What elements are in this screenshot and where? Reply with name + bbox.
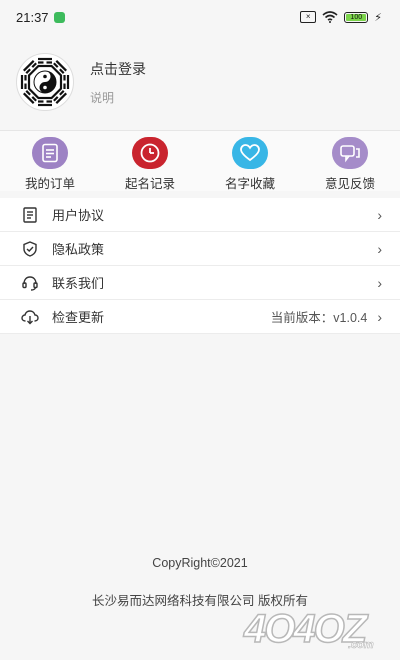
notification-app-icon bbox=[53, 11, 65, 23]
menu-item-contact-us[interactable]: 联系我们 › bbox=[0, 266, 400, 300]
document-list-icon bbox=[20, 205, 40, 225]
menu-label: 联系我们 bbox=[52, 276, 105, 291]
chat-icon bbox=[332, 137, 368, 169]
current-version: 当前版本：v1.0.4 bbox=[270, 311, 368, 325]
shortcut-naming-history[interactable]: 起名记录 bbox=[109, 131, 191, 192]
menu-label: 检查更新 bbox=[52, 310, 105, 325]
copyright-text: CopyRight©2021 bbox=[152, 556, 248, 570]
profile-header[interactable]: 点击登录 说明 bbox=[0, 34, 400, 130]
shortcut-row: 我的订单 起名记录 名字收藏 意见反馈 bbox=[0, 131, 400, 191]
wifi-icon bbox=[322, 11, 338, 23]
profile-text: 点击登录 说明 bbox=[90, 59, 146, 106]
status-time: 21:37 bbox=[16, 9, 49, 25]
svg-text:.com: .com bbox=[348, 639, 374, 651]
bagua-taiji-icon bbox=[19, 56, 71, 108]
shortcut-label: 起名记录 bbox=[124, 177, 175, 191]
no-sim-icon: × bbox=[300, 11, 317, 23]
status-left: 21:37 bbox=[16, 10, 65, 25]
chevron-right-icon: › bbox=[377, 240, 382, 257]
menu-item-privacy-policy[interactable]: 隐私政策 › bbox=[0, 232, 400, 266]
shortcut-label: 意见反馈 bbox=[324, 177, 375, 191]
avatar[interactable] bbox=[16, 53, 74, 111]
shortcut-label: 我的订单 bbox=[24, 177, 75, 191]
cloud-download-icon bbox=[20, 307, 40, 327]
chevron-right-icon: › bbox=[377, 206, 382, 223]
chevron-right-icon: › bbox=[377, 274, 382, 291]
profile-description: 说明 bbox=[90, 90, 115, 105]
login-link[interactable]: 点击登录 bbox=[90, 59, 146, 79]
status-bar: 21:37 × 100 ⚡ bbox=[0, 0, 400, 34]
shortcut-feedback[interactable]: 意见反馈 bbox=[309, 131, 391, 192]
shortcut-my-orders[interactable]: 我的订单 bbox=[9, 131, 91, 192]
headset-icon bbox=[20, 273, 40, 293]
shield-check-icon bbox=[20, 239, 40, 259]
menu-item-user-agreement[interactable]: 用户协议 › bbox=[0, 198, 400, 232]
status-right: × 100 ⚡ bbox=[300, 11, 382, 24]
watermark-logo: 4O4OZ .com bbox=[242, 606, 374, 652]
menu-label: 隐私政策 bbox=[52, 242, 105, 257]
shortcut-name-favorites[interactable]: 名字收藏 bbox=[209, 131, 291, 192]
battery-icon: 100 bbox=[344, 11, 369, 23]
settings-menu: 用户协议 › 隐私政策 › 联系我们 › 检查更新 当前版本：v1.0.4 › bbox=[0, 198, 400, 334]
menu-item-check-update[interactable]: 检查更新 当前版本：v1.0.4 › bbox=[0, 300, 400, 334]
battery-level: 100 bbox=[346, 13, 367, 21]
charging-icon: ⚡ bbox=[374, 11, 382, 24]
menu-label: 用户协议 bbox=[52, 208, 105, 223]
heart-icon bbox=[232, 137, 268, 169]
chevron-right-icon: › bbox=[377, 308, 382, 325]
shortcut-label: 名字收藏 bbox=[224, 177, 275, 191]
clock-icon bbox=[132, 137, 168, 169]
document-icon bbox=[32, 137, 68, 169]
